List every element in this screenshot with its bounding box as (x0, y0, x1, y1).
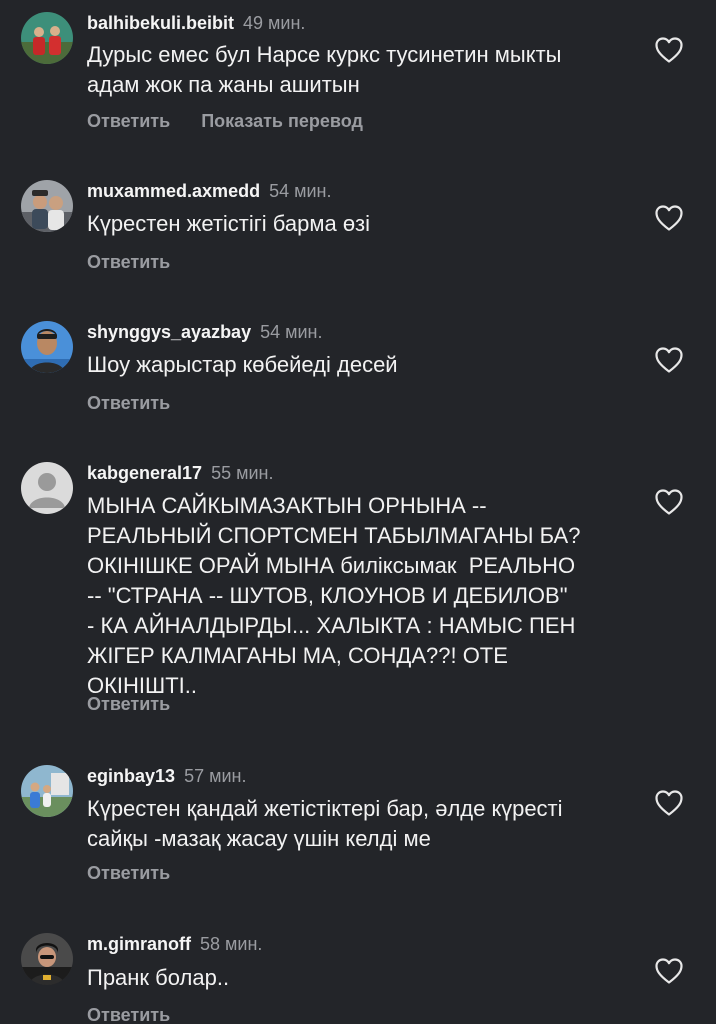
reply-button[interactable]: Ответить (87, 111, 170, 131)
comment-actions: Ответить Показать перевод (87, 110, 363, 132)
username[interactable]: balhibekuli.beibit (87, 13, 234, 33)
show-translation-button[interactable]: Показать перевод (201, 111, 363, 131)
avatar[interactable] (21, 933, 73, 985)
reply-button[interactable]: Ответить (87, 1005, 170, 1024)
comment-text: Дурыс емес бул Нарсе куркс тусинетин мык… (87, 42, 562, 97)
comment-text: Күрестен қандай жетістіктері бар, әлде к… (87, 796, 563, 851)
username[interactable]: muxammed.axmedd (87, 181, 260, 201)
avatar[interactable] (21, 12, 73, 64)
default-user-icon (21, 462, 73, 514)
comments-screen: { "comments": [ { "username": "balhibeku… (0, 0, 716, 1024)
avatar[interactable] (21, 765, 73, 817)
timestamp: 58 мин. (200, 934, 263, 954)
avatar[interactable] (21, 180, 73, 232)
comment-text: МЫНА САЙКЫМАЗАКТЫН ОРНЫНА -- РЕАЛЬНЫЙ СП… (87, 493, 581, 698)
comment-text: Пранк болар.. (87, 965, 230, 990)
comment-meta: m.gimranoff 58 мин. (87, 933, 262, 955)
comment-actions: Ответить (87, 693, 170, 715)
reply-button[interactable]: Ответить (87, 863, 170, 883)
comment-text: Шоу жарыстар көбейеді десей (87, 352, 398, 377)
comment-meta: eginbay13 57 мин. (87, 765, 246, 787)
comment-meta: muxammed.axmedd 54 мин. (87, 180, 332, 202)
heart-icon[interactable] (654, 36, 684, 64)
avatar[interactable] (21, 462, 73, 514)
timestamp: 55 мин. (211, 463, 274, 483)
timestamp: 57 мин. (184, 766, 247, 786)
comment-meta: balhibekuli.beibit 49 мин. (87, 12, 305, 34)
comment-actions: Ответить (87, 1004, 170, 1024)
username[interactable]: kabgeneral17 (87, 463, 202, 483)
comment-actions: Ответить (87, 862, 170, 884)
comment-actions: Ответить (87, 251, 170, 273)
timestamp: 54 мин. (260, 322, 323, 342)
heart-icon[interactable] (654, 789, 684, 817)
timestamp: 49 мин. (243, 13, 306, 33)
comment-text: Күрестен жетістігі барма өзі (87, 211, 371, 236)
heart-icon[interactable] (654, 488, 684, 516)
username[interactable]: eginbay13 (87, 766, 175, 786)
comment-meta: shynggys_ayazbay 54 мин. (87, 321, 323, 343)
comment-actions: Ответить (87, 392, 170, 414)
username[interactable]: m.gimranoff (87, 934, 191, 954)
heart-icon[interactable] (654, 346, 684, 374)
heart-icon[interactable] (654, 957, 684, 985)
timestamp: 54 мин. (269, 181, 332, 201)
avatar[interactable] (21, 321, 73, 373)
reply-button[interactable]: Ответить (87, 393, 170, 413)
username[interactable]: shynggys_ayazbay (87, 322, 251, 342)
comment-meta: kabgeneral17 55 мин. (87, 462, 274, 484)
reply-button[interactable]: Ответить (87, 252, 170, 272)
heart-icon[interactable] (654, 204, 684, 232)
reply-button[interactable]: Ответить (87, 694, 170, 714)
